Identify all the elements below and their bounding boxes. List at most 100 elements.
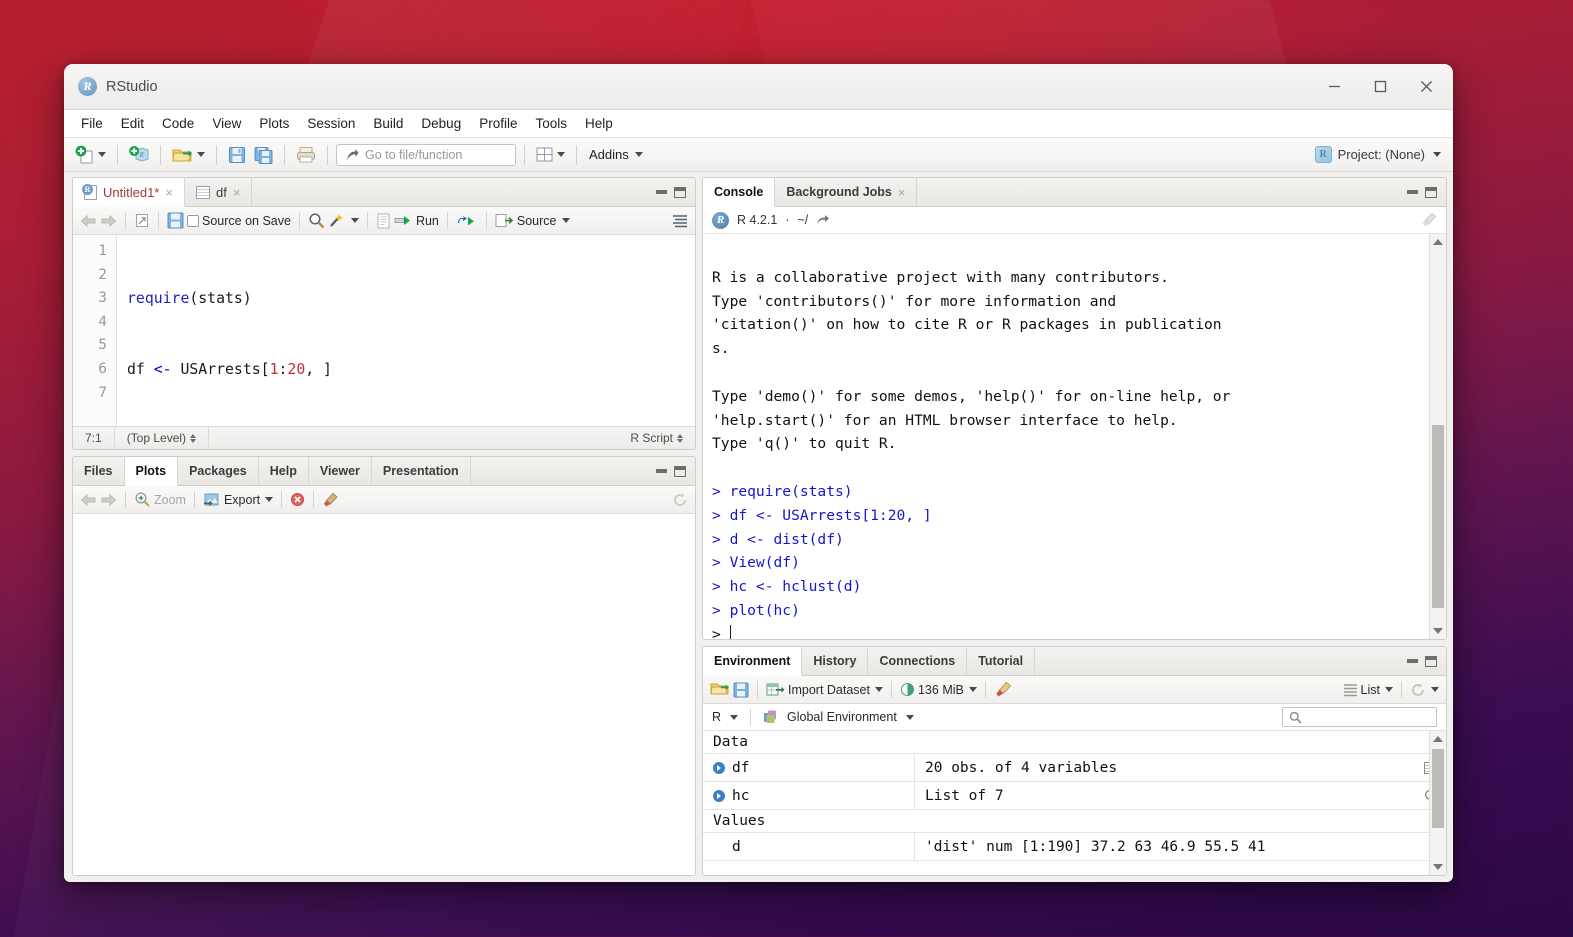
tab-files[interactable]: Files	[73, 457, 125, 485]
refresh-icon[interactable]	[1410, 682, 1426, 698]
language-caret-icon[interactable]	[730, 714, 739, 720]
tab-tutorial[interactable]: Tutorial	[967, 647, 1036, 675]
environment-object-name-cell[interactable]: d	[703, 833, 915, 860]
tab-background-jobs-close-icon[interactable]: ×	[898, 185, 906, 200]
new-file-button[interactable]	[72, 143, 109, 166]
menu-plots[interactable]: Plots	[250, 113, 298, 134]
plot-display-area[interactable]	[73, 514, 695, 875]
environment-objects-list[interactable]: Data df 20 obs. of 4 variables hc List o…	[703, 731, 1446, 875]
rerun-icon[interactable]	[456, 214, 478, 228]
document-outline-icon[interactable]	[672, 213, 688, 228]
environment-scroll-down-button[interactable]	[1433, 859, 1443, 875]
save-all-button[interactable]	[251, 144, 276, 166]
back-arrow-icon[interactable]	[80, 214, 97, 228]
code-tools-caret-icon[interactable]	[350, 218, 359, 223]
menu-tools[interactable]: Tools	[526, 113, 576, 134]
back-arrow-icon[interactable]	[80, 493, 97, 507]
load-workspace-icon[interactable]	[710, 681, 730, 698]
new-project-button[interactable]: R	[126, 143, 152, 166]
environment-scroll-up-button[interactable]	[1433, 731, 1443, 747]
table-row[interactable]: df 20 obs. of 4 variables	[703, 754, 1446, 782]
tab-background-jobs[interactable]: Background Jobs ×	[775, 178, 918, 206]
expand-icon[interactable]	[713, 761, 725, 774]
show-in-new-window-icon[interactable]	[134, 213, 150, 228]
file-type-selector[interactable]: R Script	[618, 431, 695, 445]
source-tab-untitled1[interactable]: Untitled1* ×	[73, 178, 185, 207]
table-row[interactable]: d 'dist' num [1:190] 37.2 63 46.9 55.5 4…	[703, 833, 1446, 861]
environment-object-name-cell[interactable]: df	[703, 754, 915, 781]
window-maximize-button[interactable]	[1357, 65, 1403, 109]
source-tab-close-icon[interactable]: ×	[233, 185, 241, 200]
environment-scroll-thumb[interactable]	[1432, 749, 1444, 828]
working-directory[interactable]: ~/	[797, 213, 808, 227]
window-close-button[interactable]	[1403, 65, 1449, 109]
goto-file-function-input[interactable]: Go to file/function	[336, 143, 516, 166]
clear-console-icon[interactable]	[1420, 212, 1437, 228]
scope-selector[interactable]: (Top Level)	[115, 427, 210, 449]
console-minimize-icon[interactable]	[1407, 190, 1418, 194]
console-scroll-thumb[interactable]	[1432, 425, 1444, 609]
environment-scroll-track[interactable]	[1430, 747, 1446, 859]
menu-help[interactable]: Help	[576, 113, 622, 134]
import-dataset-icon[interactable]	[766, 682, 785, 698]
print-button[interactable]	[293, 144, 319, 165]
tab-environment[interactable]: Environment	[703, 647, 803, 676]
run-icon[interactable]	[394, 214, 413, 228]
source-script-icon[interactable]	[495, 213, 514, 228]
view-mode-caret-icon[interactable]	[1385, 687, 1393, 692]
tab-presentation[interactable]: Presentation	[372, 457, 471, 485]
window-minimize-button[interactable]	[1311, 65, 1357, 109]
tab-help[interactable]: Help	[259, 457, 309, 485]
refresh-caret-icon[interactable]	[1431, 687, 1439, 692]
compile-report-icon[interactable]	[376, 213, 391, 229]
clear-all-plots-icon[interactable]	[322, 492, 339, 508]
save-icon[interactable]	[167, 212, 184, 229]
remove-plot-icon[interactable]	[290, 492, 305, 507]
menu-profile[interactable]: Profile	[470, 113, 526, 134]
tab-history[interactable]: History	[802, 647, 869, 675]
source-tab-df[interactable]: df ×	[185, 178, 253, 206]
environment-scrollbar[interactable]	[1429, 731, 1446, 875]
menu-code[interactable]: Code	[153, 113, 203, 134]
zoom-icon[interactable]	[134, 491, 151, 508]
view-mode-icon[interactable]	[1343, 683, 1358, 697]
project-menu[interactable]: R Project: (None)	[1314, 146, 1445, 163]
tab-viewer[interactable]: Viewer	[309, 457, 372, 485]
save-button[interactable]	[225, 144, 249, 166]
clear-objects-icon[interactable]	[994, 681, 1012, 698]
expand-icon[interactable]	[713, 789, 725, 802]
table-row[interactable]: hc List of 7	[703, 782, 1446, 810]
console-scroll-track[interactable]	[1430, 250, 1446, 623]
refresh-icon[interactable]	[672, 492, 688, 508]
source-caret-icon[interactable]	[561, 218, 570, 223]
addins-button[interactable]: Addins	[585, 145, 647, 164]
save-workspace-icon[interactable]	[733, 682, 749, 698]
plots-minimize-icon[interactable]	[656, 469, 667, 473]
global-environment-caret-icon[interactable]	[905, 714, 914, 720]
console-scroll-down-button[interactable]	[1433, 623, 1443, 639]
menu-build[interactable]: Build	[364, 113, 412, 134]
code-tools-icon[interactable]	[328, 212, 346, 229]
forward-arrow-icon[interactable]	[100, 493, 117, 507]
console-maximize-icon[interactable]	[1425, 186, 1437, 198]
export-icon[interactable]	[203, 492, 221, 507]
tab-connections[interactable]: Connections	[868, 647, 968, 675]
environment-object-name-cell[interactable]: hc	[703, 782, 915, 809]
source-tab-close-icon[interactable]: ×	[165, 185, 173, 200]
tab-packages[interactable]: Packages	[178, 457, 259, 485]
menu-edit[interactable]: Edit	[112, 113, 153, 134]
environment-maximize-icon[interactable]	[1425, 655, 1437, 667]
show-directory-icon[interactable]	[816, 214, 830, 226]
pane-layout-button[interactable]	[533, 145, 568, 164]
import-dataset-caret-icon[interactable]	[874, 687, 883, 692]
plots-maximize-icon[interactable]	[674, 465, 686, 477]
source-on-save-checkbox[interactable]	[187, 214, 199, 227]
source-minimize-icon[interactable]	[656, 190, 667, 194]
memory-caret-icon[interactable]	[968, 687, 977, 692]
forward-arrow-icon[interactable]	[100, 214, 117, 228]
console-output-area[interactable]: R is a collaborative project with many c…	[703, 234, 1446, 639]
tab-console[interactable]: Console	[703, 178, 776, 207]
console-scrollbar[interactable]	[1429, 234, 1446, 639]
export-caret-icon[interactable]	[265, 497, 274, 502]
environment-minimize-icon[interactable]	[1407, 659, 1418, 663]
